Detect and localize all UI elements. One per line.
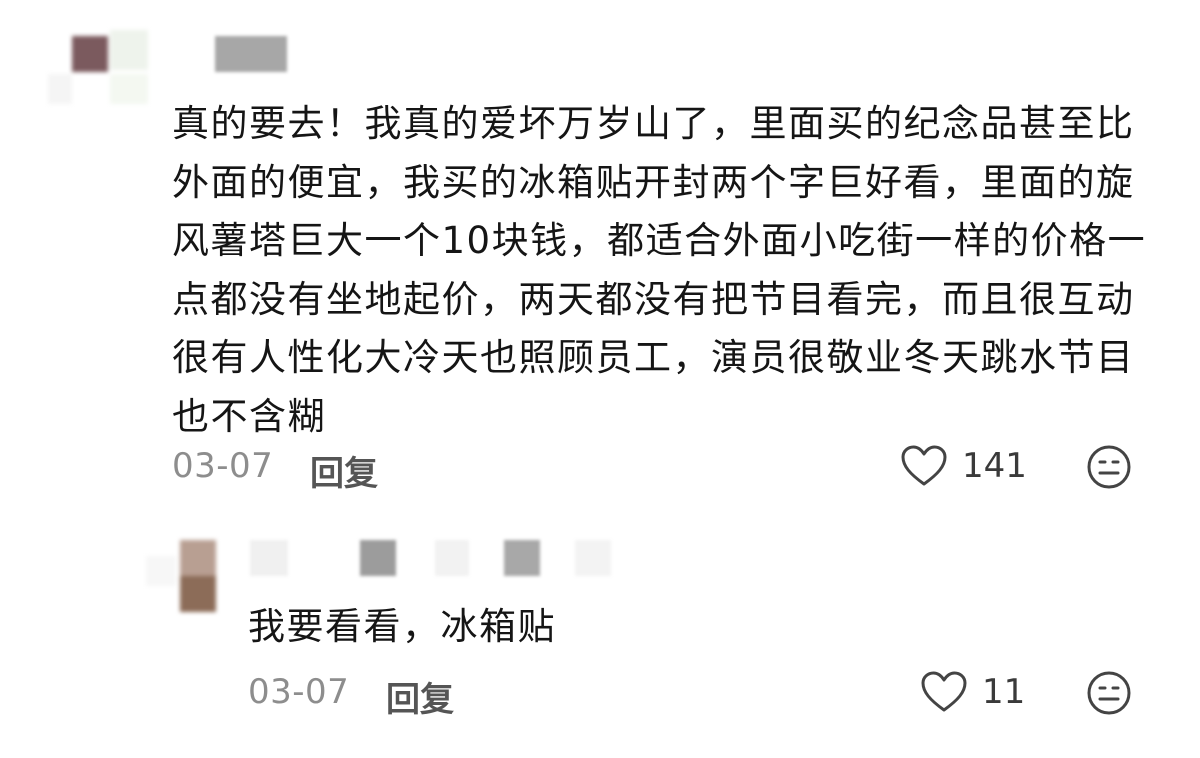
heart-outline-icon[interactable] <box>920 670 968 714</box>
like-count: 141 <box>962 446 1027 486</box>
comment-text: 真的要去！我真的爱坏万岁山了，里面买的纪念品甚至比外面的便宜，我买的冰箱贴开封两… <box>172 102 1147 438</box>
reply-date: 03-07 <box>248 672 350 712</box>
reply-avatar[interactable] <box>146 536 226 616</box>
heart-outline-icon[interactable] <box>900 444 948 488</box>
comment-meta-row: 03-07 回复 141 <box>172 440 1152 496</box>
reply-like-count: 11 <box>982 672 1026 712</box>
reply-reply-button[interactable]: 回复 <box>386 672 454 721</box>
reply-username-blurred[interactable] <box>250 540 620 580</box>
comment-date: 03-07 <box>172 446 274 486</box>
reply-meta-row: 03-07 回复 11 <box>248 666 1152 722</box>
emoji-face-icon[interactable] <box>1086 444 1132 490</box>
reply-text: 我要看看，冰箱贴 <box>248 605 556 648</box>
username-blurred[interactable] <box>215 36 287 72</box>
reply-button[interactable]: 回复 <box>310 446 378 495</box>
avatar[interactable] <box>48 30 160 108</box>
emoji-face-icon[interactable] <box>1086 670 1132 716</box>
